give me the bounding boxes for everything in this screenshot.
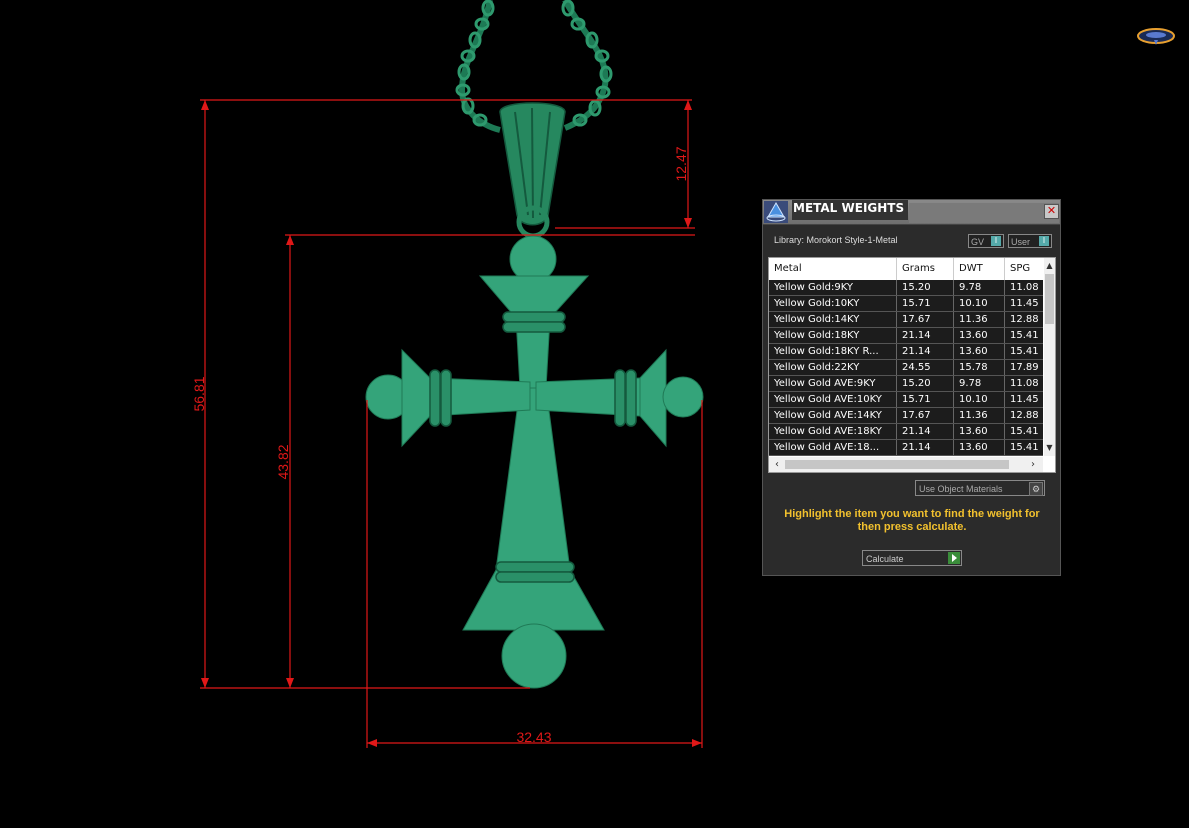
dwt-cell: 10.10: [954, 296, 1005, 311]
dwt-cell: 13.60: [954, 440, 1005, 455]
grams-cell: 17.67: [897, 408, 954, 423]
user-toggle[interactable]: User I: [1008, 234, 1052, 248]
metal-cell: Yellow Gold:9KY: [769, 280, 897, 295]
dwt-cell: 11.36: [954, 312, 1005, 327]
table-row[interactable]: Yellow Gold:14KY 17.67 11.36 12.88: [769, 312, 1045, 328]
horizontal-scrollbar[interactable]: ‹ ›: [769, 457, 1043, 472]
instruction-text: Highlight the item you want to find the …: [784, 508, 1040, 533]
dwt-cell: 11.36: [954, 408, 1005, 423]
column-header-spg[interactable]: SPG: [1005, 258, 1045, 280]
toggle-knob-icon: I: [1039, 236, 1049, 246]
dwt-cell: 9.78: [954, 376, 1005, 391]
grams-cell: 15.20: [897, 280, 954, 295]
spg-cell: 12.88: [1005, 408, 1045, 423]
metal-cell: Yellow Gold:10KY: [769, 296, 897, 311]
scroll-thumb[interactable]: [785, 460, 1009, 469]
calculate-button[interactable]: Calculate: [862, 550, 962, 566]
table-row[interactable]: Yellow Gold AVE:10KY 15.71 10.10 11.45: [769, 392, 1045, 408]
close-icon[interactable]: ✕: [1044, 204, 1059, 219]
dimension-total-height: 56.81: [191, 376, 207, 411]
grams-cell: 17.67: [897, 312, 954, 327]
metal-cell: Yellow Gold AVE:10KY: [769, 392, 897, 407]
grams-cell: 21.14: [897, 344, 954, 359]
metal-cell: Yellow Gold AVE:18KY: [769, 424, 897, 439]
table-header: Metal Grams DWT SPG: [769, 258, 1045, 280]
metal-cell: Yellow Gold:18KY R...: [769, 344, 897, 359]
scroll-left-icon[interactable]: ‹: [771, 457, 783, 472]
grams-cell: 21.14: [897, 328, 954, 343]
spg-cell: 15.41: [1005, 424, 1045, 439]
use-object-materials-label: Use Object Materials: [919, 484, 1003, 494]
table-row[interactable]: Yellow Gold AVE:14KY 17.67 11.36 12.88: [769, 408, 1045, 424]
metal-cell: Yellow Gold:18KY: [769, 328, 897, 343]
metal-table: Metal Grams DWT SPG Yellow Gold:9KY 15.20…: [768, 257, 1056, 473]
app-logo-icon[interactable]: [1136, 26, 1176, 46]
table-row[interactable]: Yellow Gold AVE:9KY 15.20 9.78 11.08: [769, 376, 1045, 392]
spg-cell: 17.89: [1005, 360, 1045, 375]
grams-cell: 15.20: [897, 376, 954, 391]
bail: [499, 102, 566, 239]
panel-title-bar[interactable]: METAL WEIGHTS ✕: [763, 200, 1060, 225]
column-header-grams[interactable]: Grams: [897, 258, 954, 280]
table-row[interactable]: Yellow Gold:18KY R... 21.14 13.60 15.41: [769, 344, 1045, 360]
scroll-down-icon[interactable]: ▼: [1044, 442, 1055, 454]
use-object-materials-button[interactable]: Use Object Materials ⚙: [915, 480, 1045, 496]
spg-cell: 11.45: [1005, 392, 1045, 407]
column-header-dwt[interactable]: DWT: [954, 258, 1005, 280]
metal-cell: Yellow Gold AVE:14KY: [769, 408, 897, 423]
metal-cell: Yellow Gold AVE:18...: [769, 440, 897, 455]
library-label: Library: Morokort Style-1-Metal: [774, 235, 898, 245]
spg-cell: 11.08: [1005, 280, 1045, 295]
gear-icon[interactable]: ⚙: [1029, 482, 1043, 496]
metal-weights-panel: METAL WEIGHTS ✕ Library: Morokort Style-…: [762, 199, 1061, 576]
user-toggle-label: User: [1011, 237, 1031, 247]
dwt-cell: 9.78: [954, 280, 1005, 295]
dimension-width: 32.43: [516, 729, 551, 745]
dwt-cell: 13.60: [954, 424, 1005, 439]
dwt-cell: 15.78: [954, 360, 1005, 375]
metal-cell: Yellow Gold:22KY: [769, 360, 897, 375]
dimension-bail-height: 12.47: [673, 146, 689, 181]
table-row[interactable]: Yellow Gold:22KY 24.55 15.78 17.89: [769, 360, 1045, 376]
toggle-knob-icon: I: [991, 236, 1001, 246]
column-header-metal[interactable]: Metal: [769, 258, 897, 280]
spg-cell: 15.41: [1005, 344, 1045, 359]
grams-cell: 21.14: [897, 440, 954, 455]
gv-toggle-label: GV: [971, 237, 985, 247]
panel-title: METAL WEIGHTS: [792, 200, 908, 220]
dwt-cell: 10.10: [954, 392, 1005, 407]
dimension-body-height: 43.82: [275, 444, 291, 479]
table-row[interactable]: Yellow Gold:9KY 15.20 9.78 11.08: [769, 280, 1045, 296]
grams-cell: 15.71: [897, 392, 954, 407]
scroll-up-icon[interactable]: ▲: [1044, 260, 1055, 272]
gv-toggle[interactable]: GV I: [968, 234, 1004, 248]
dwt-cell: 13.60: [954, 328, 1005, 343]
table-row[interactable]: Yellow Gold AVE:18KY 21.14 13.60 15.41: [769, 424, 1045, 440]
grams-cell: 24.55: [897, 360, 954, 375]
spg-cell: 15.41: [1005, 440, 1045, 455]
spg-cell: 15.41: [1005, 328, 1045, 343]
spg-cell: 11.45: [1005, 296, 1045, 311]
grams-cell: 15.71: [897, 296, 954, 311]
spg-cell: 12.88: [1005, 312, 1045, 327]
table-row[interactable]: Yellow Gold:10KY 15.71 10.10 11.45: [769, 296, 1045, 312]
dwt-cell: 13.60: [954, 344, 1005, 359]
title-tab-area: [909, 203, 1059, 223]
spg-cell: 11.08: [1005, 376, 1045, 391]
calculate-label: Calculate: [866, 554, 904, 564]
scroll-thumb[interactable]: [1045, 274, 1054, 324]
table-row[interactable]: Yellow Gold AVE:18... 21.14 13.60 15.41: [769, 440, 1045, 456]
cross-pendant: [365, 235, 704, 689]
vertical-scrollbar[interactable]: ▲ ▼: [1044, 258, 1055, 456]
metal-cell: Yellow Gold AVE:9KY: [769, 376, 897, 391]
play-icon[interactable]: [948, 552, 960, 564]
grams-cell: 21.14: [897, 424, 954, 439]
metal-cell: Yellow Gold:14KY: [769, 312, 897, 327]
scroll-right-icon[interactable]: ›: [1027, 457, 1039, 472]
table-row[interactable]: Yellow Gold:18KY 21.14 13.60 15.41: [769, 328, 1045, 344]
table-body: Yellow Gold:9KY 15.20 9.78 11.08 Yellow Gold…: [769, 280, 1045, 456]
gem-icon: [764, 201, 788, 223]
